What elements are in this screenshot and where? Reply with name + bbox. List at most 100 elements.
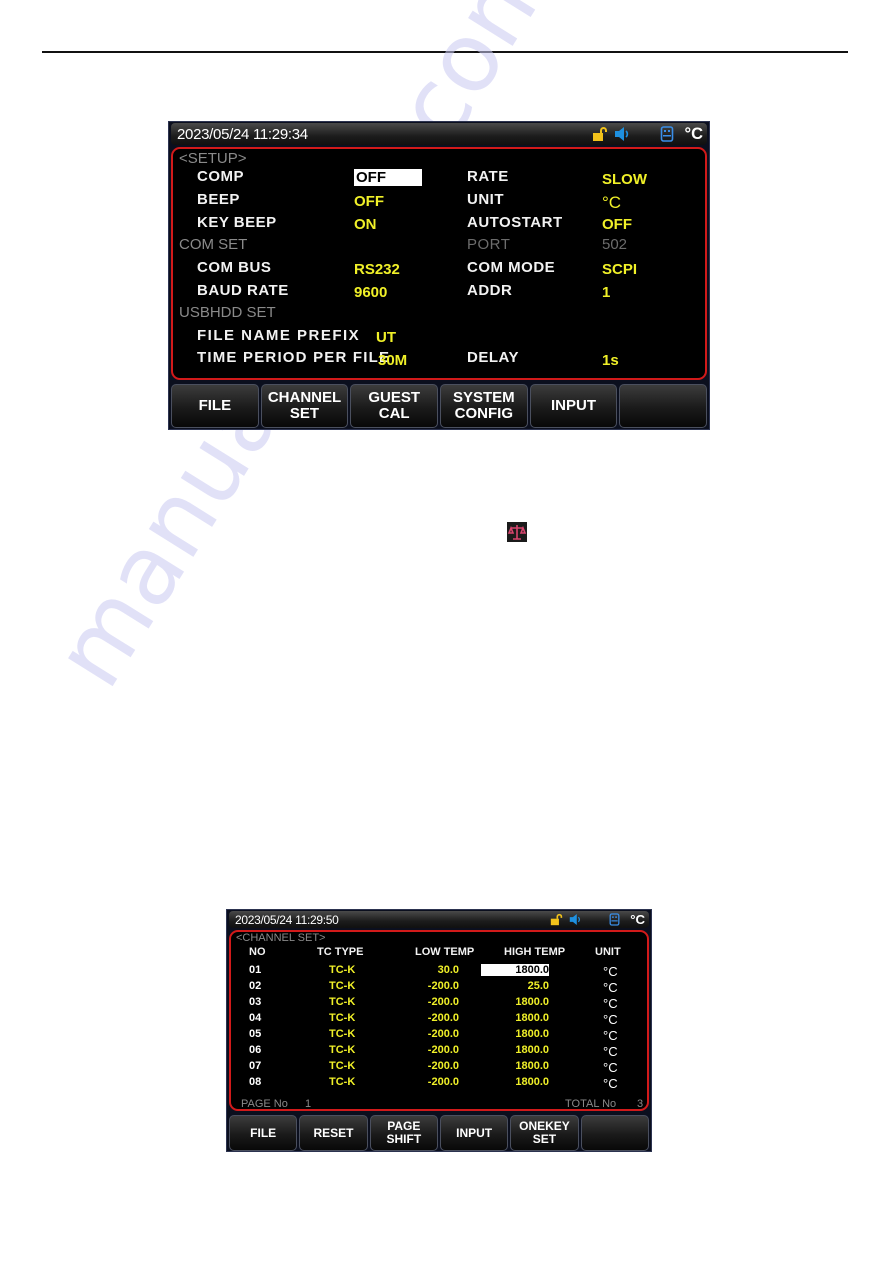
autostart-value[interactable]: OFF: [602, 216, 632, 233]
reset-key[interactable]: RESET: [299, 1115, 368, 1151]
tc-type[interactable]: TC-K: [329, 1060, 355, 1072]
input-key[interactable]: INPUT: [529, 384, 618, 428]
input-key[interactable]: INPUT: [439, 1115, 509, 1151]
total-no-label: TOTAL No: [565, 1098, 617, 1110]
high-temp[interactable]: 1800.0: [481, 1028, 549, 1040]
unit: °C: [603, 996, 618, 1011]
high-temp[interactable]: 1800.0: [481, 996, 549, 1008]
low-temp[interactable]: -200.0: [381, 996, 459, 1008]
usb-disk-icon: [609, 913, 620, 926]
status-bar: 2023/05/24 11:29:34 °C: [171, 123, 707, 145]
rate-value[interactable]: SLOW: [602, 171, 647, 188]
file-name-prefix-label: FILE NAME PREFIX: [197, 327, 361, 344]
unit: °C: [603, 980, 618, 995]
table-row[interactable]: 04 TC-K -200.0 1800.0 °C: [231, 1012, 647, 1028]
table-row[interactable]: 03 TC-K -200.0 1800.0 °C: [231, 996, 647, 1012]
addr-label: ADDR: [467, 282, 513, 299]
beep-label: BEEP: [197, 191, 240, 208]
channel-no: 07: [249, 1060, 262, 1072]
comp-label: COMP: [197, 168, 244, 185]
file-name-prefix-value[interactable]: UT: [376, 329, 396, 346]
key-beep-value[interactable]: ON: [354, 216, 377, 233]
time-period-label: TIME PERIOD PER FILE: [197, 349, 391, 366]
usbhdd-set-title: USBHDD SET: [179, 304, 276, 321]
system-config-key[interactable]: SYSTEM CONFIG: [440, 384, 528, 428]
unit: °C: [603, 1012, 618, 1027]
lock-open-icon: [550, 913, 563, 926]
time-period-value[interactable]: 30M: [378, 352, 407, 369]
tc-type[interactable]: TC-K: [329, 996, 355, 1008]
channel-set-panel: <CHANNEL SET> NO TC TYPE LOW TEMP HIGH T…: [229, 930, 649, 1111]
low-temp[interactable]: 30.0: [381, 964, 459, 976]
tc-type[interactable]: TC-K: [329, 1076, 355, 1088]
channel-no: 06: [249, 1044, 262, 1056]
unit: °C: [603, 1060, 618, 1075]
unit-value[interactable]: °C: [602, 193, 621, 213]
col-high-temp: HIGH TEMP: [504, 946, 566, 958]
delay-label: DELAY: [467, 349, 519, 366]
table-header: NO TC TYPE LOW TEMP HIGH TEMP UNIT: [231, 946, 647, 962]
high-temp[interactable]: 25.0: [481, 980, 549, 992]
channel-no: 05: [249, 1028, 262, 1040]
setup-panel: <SETUP> COMP OFF BEEP OFF KEY BEEP ON RA…: [171, 147, 707, 380]
status-datetime: 2023/05/24 11:29:50: [235, 912, 339, 927]
guest-cal-key[interactable]: GUEST CAL: [350, 384, 439, 428]
low-temp[interactable]: -200.0: [381, 1076, 459, 1088]
high-temp[interactable]: 1800.0: [481, 1076, 549, 1088]
col-unit: UNIT: [595, 946, 621, 958]
setup-screen: 2023/05/24 11:29:34 °C <SETUP> COMP OFF …: [168, 121, 710, 430]
key-beep-label: KEY BEEP: [197, 214, 277, 231]
onekey-set-key[interactable]: ONEKEY SET: [510, 1115, 579, 1151]
file-key[interactable]: FILE: [229, 1115, 298, 1151]
lock-open-icon: [592, 126, 608, 142]
unit-label: UNIT: [467, 191, 504, 208]
baud-rate-label: BAUD RATE: [197, 282, 289, 299]
high-temp[interactable]: 1800.0: [481, 964, 549, 976]
addr-value[interactable]: 1: [602, 284, 610, 301]
unit: °C: [603, 1076, 618, 1091]
section-title: <SETUP>: [179, 150, 247, 167]
table-row[interactable]: 06 TC-K -200.0 1800.0 °C: [231, 1044, 647, 1060]
low-temp[interactable]: -200.0: [381, 1044, 459, 1056]
table-row[interactable]: 05 TC-K -200.0 1800.0 °C: [231, 1028, 647, 1044]
tc-type[interactable]: TC-K: [329, 980, 355, 992]
channel-no: 02: [249, 980, 262, 992]
tc-type[interactable]: TC-K: [329, 1012, 355, 1024]
low-temp[interactable]: -200.0: [381, 1028, 459, 1040]
table-row[interactable]: 08 TC-K -200.0 1800.0 °C: [231, 1076, 647, 1092]
autostart-label: AUTOSTART: [467, 214, 563, 231]
function-key-bar: FILE RESET PAGE SHIFT INPUT ONEKEY SET: [229, 1115, 649, 1151]
comp-value[interactable]: OFF: [354, 169, 422, 186]
blank-key[interactable]: [619, 384, 708, 428]
channel-no: 03: [249, 996, 262, 1008]
low-temp[interactable]: -200.0: [381, 980, 459, 992]
unit: °C: [603, 1044, 618, 1059]
table-row[interactable]: 07 TC-K -200.0 1800.0 °C: [231, 1060, 647, 1076]
low-temp[interactable]: -200.0: [381, 1060, 459, 1072]
status-bar: 2023/05/24 11:29:50 °C: [229, 911, 649, 928]
file-key[interactable]: FILE: [171, 384, 259, 428]
col-tc-type: TC TYPE: [317, 946, 364, 958]
channel-set-key[interactable]: CHANNEL SET: [260, 384, 349, 428]
rate-label: RATE: [467, 168, 509, 185]
table-row[interactable]: 02 TC-K -200.0 25.0 °C: [231, 980, 647, 996]
blank-key[interactable]: [580, 1115, 649, 1151]
low-temp[interactable]: -200.0: [381, 1012, 459, 1024]
com-bus-value[interactable]: RS232: [354, 261, 400, 278]
page-shift-key[interactable]: PAGE SHIFT: [369, 1115, 438, 1151]
high-temp[interactable]: 1800.0: [481, 1012, 549, 1024]
channel-no: 08: [249, 1076, 262, 1088]
table-row[interactable]: 01 TC-K 30.0 1800.0 °C: [231, 964, 647, 980]
tc-type[interactable]: TC-K: [329, 964, 355, 976]
com-mode-value[interactable]: SCPI: [602, 261, 637, 278]
page-no-value: 1: [305, 1098, 312, 1110]
tc-type[interactable]: TC-K: [329, 1044, 355, 1056]
high-temp[interactable]: 1800.0: [481, 1044, 549, 1056]
function-key-bar: FILE CHANNEL SET GUEST CAL SYSTEM CONFIG IN…: [171, 384, 708, 428]
beep-value[interactable]: OFF: [354, 193, 384, 210]
baud-rate-value[interactable]: 9600: [354, 284, 387, 301]
tc-type[interactable]: TC-K: [329, 1028, 355, 1040]
port-value: 502: [602, 236, 628, 253]
delay-value[interactable]: 1s: [602, 352, 619, 369]
high-temp[interactable]: 1800.0: [481, 1060, 549, 1072]
